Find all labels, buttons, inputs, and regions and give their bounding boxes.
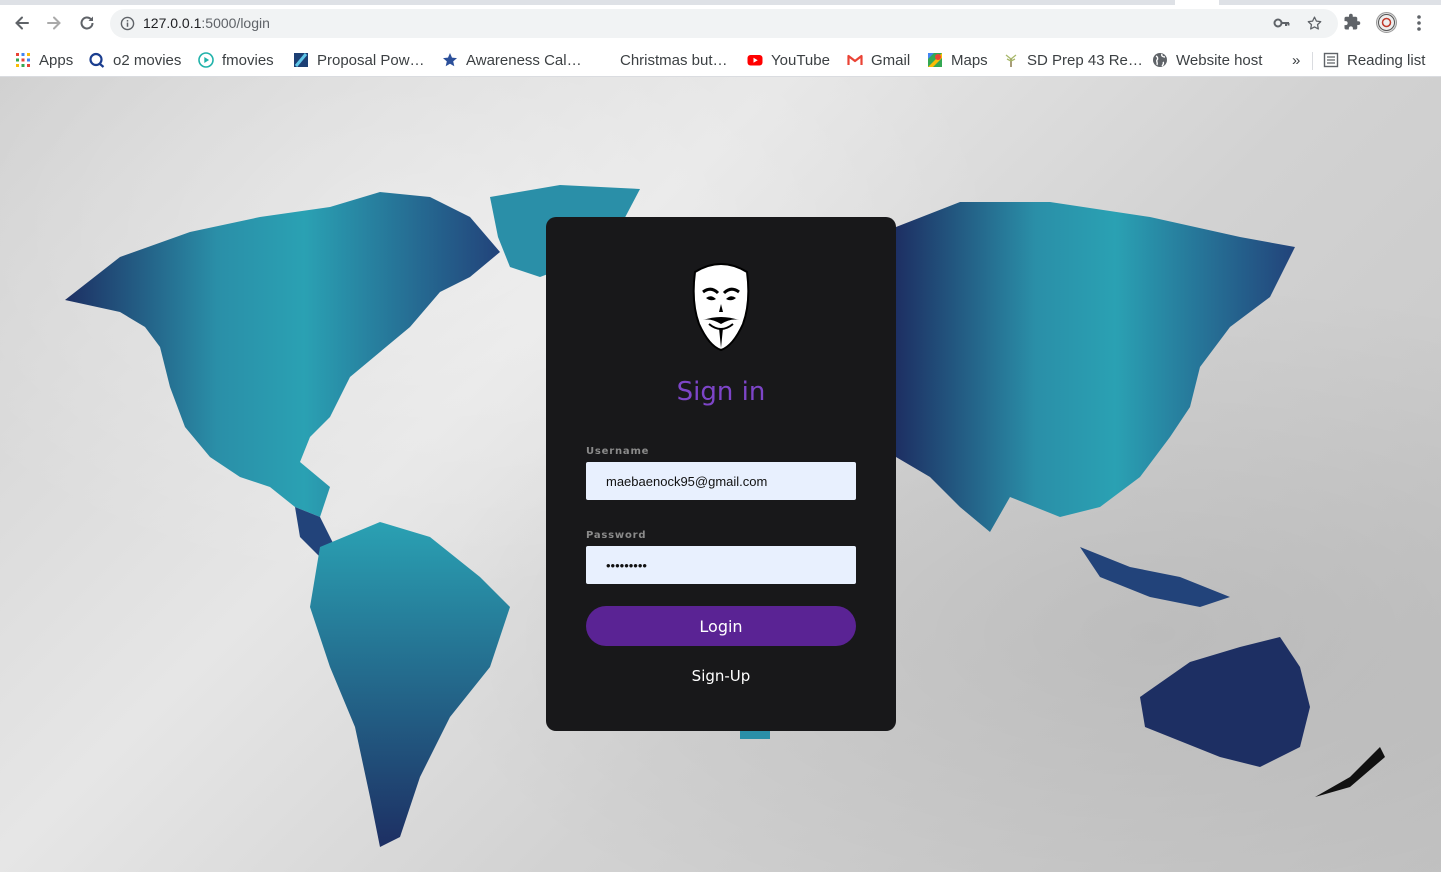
profile-avatar[interactable] (1376, 12, 1397, 33)
back-button[interactable] (9, 10, 35, 36)
login-card: Sign in Username Password Login Sign-Up (546, 217, 896, 731)
bookmark-gmail[interactable]: Gmail (847, 48, 910, 72)
url-path: :5000/login (201, 15, 270, 31)
bookmark-label: Website host (1176, 51, 1263, 69)
reload-icon (80, 16, 94, 30)
password-field[interactable] (586, 546, 856, 584)
o2-icon (89, 52, 105, 68)
bookmark-label: Maps (951, 51, 988, 69)
tab-strip (0, 0, 1441, 5)
password-label: Password (586, 530, 647, 541)
continent-north-america (65, 192, 500, 517)
continent-south-america (310, 522, 510, 847)
continent-islands (1080, 547, 1230, 607)
reading-list-label: Reading list (1347, 51, 1426, 69)
url-text[interactable]: 127.0.0.1:5000/login (143, 15, 270, 31)
bookmark-awareness[interactable]: Awareness Cal… (442, 48, 582, 72)
extensions-puzzle-icon[interactable] (1343, 13, 1361, 31)
key-icon[interactable] (1273, 16, 1291, 30)
browser-toolbar: 127.0.0.1:5000/login (0, 0, 1441, 44)
globe-icon (1153, 53, 1167, 67)
bookmarks-divider (1312, 52, 1313, 70)
bookmark-apps[interactable]: Apps (15, 48, 73, 72)
bookmark-website-host[interactable]: Website host (1152, 48, 1262, 72)
login-button[interactable]: Login (586, 606, 856, 646)
play-icon (198, 52, 214, 68)
url-host: 127.0.0.1 (143, 15, 202, 31)
bookmark-fmovies[interactable]: fmovies (198, 48, 274, 72)
doc-icon (294, 53, 308, 67)
avatar-icon (1378, 14, 1395, 31)
youtube-icon (747, 55, 763, 66)
bookmark-o2-movies[interactable]: o2 movies (89, 48, 181, 72)
bookmark-label: o2 movies (113, 51, 182, 69)
more-bookmarks-label: » (1292, 51, 1301, 69)
info-icon[interactable] (120, 16, 135, 31)
bookmarks-bar: Apps o2 movies fmovies Proposal Pow… Awa… (0, 44, 1441, 77)
apps-grid-icon (16, 53, 30, 67)
reload-button[interactable] (74, 10, 100, 36)
bookmark-label: Awareness Cal… (466, 51, 582, 69)
continent-eurasia (896, 202, 1295, 532)
arrow-left-icon (15, 16, 29, 30)
page-background: Sign in Username Password Login Sign-Up (0, 77, 1441, 872)
blank-favicon (596, 52, 612, 68)
bookmark-label: YouTube (771, 51, 830, 69)
bookmark-label: Gmail (871, 51, 911, 69)
gmail-icon (847, 54, 863, 65)
arrow-right-icon (47, 16, 61, 30)
guy-fawkes-mask-icon (692, 263, 750, 352)
address-bar[interactable]: 127.0.0.1:5000/login (110, 9, 1338, 38)
bookmark-proposal[interactable]: Proposal Pow… (293, 48, 425, 72)
reading-list-icon (1323, 52, 1339, 68)
forward-button[interactable] (41, 10, 67, 36)
bookmark-youtube[interactable]: YouTube (747, 48, 830, 72)
bookmark-sd-prep[interactable]: SD Prep 43 Re… (1003, 48, 1143, 72)
signup-link[interactable]: Sign-Up (546, 667, 896, 685)
bookmark-star-icon[interactable] (1306, 15, 1323, 32)
bookmark-label: fmovies (222, 51, 274, 69)
maps-icon (928, 53, 942, 67)
username-field[interactable] (586, 462, 856, 500)
bookmark-label: Christmas but… (620, 51, 728, 69)
active-tab-edge[interactable] (1175, 0, 1219, 5)
username-label: Username (586, 446, 650, 457)
star-icon (443, 53, 457, 67)
bookmark-maps[interactable]: Maps (927, 48, 988, 72)
bookmark-label: SD Prep 43 Re… (1027, 51, 1143, 69)
bookmark-label: Apps (39, 51, 74, 69)
reading-list-button[interactable]: Reading list (1323, 48, 1425, 72)
page-title: Sign in (676, 377, 766, 407)
continent-new-zealand (1315, 747, 1385, 797)
tree-icon (1005, 54, 1017, 67)
more-bookmarks-button[interactable]: » (1292, 48, 1300, 72)
continent-australia (1140, 637, 1310, 767)
bookmark-label: Proposal Pow… (317, 51, 425, 69)
bookmark-christmas[interactable]: Christmas but… (596, 48, 728, 72)
more-vert-icon[interactable] (1410, 13, 1428, 33)
